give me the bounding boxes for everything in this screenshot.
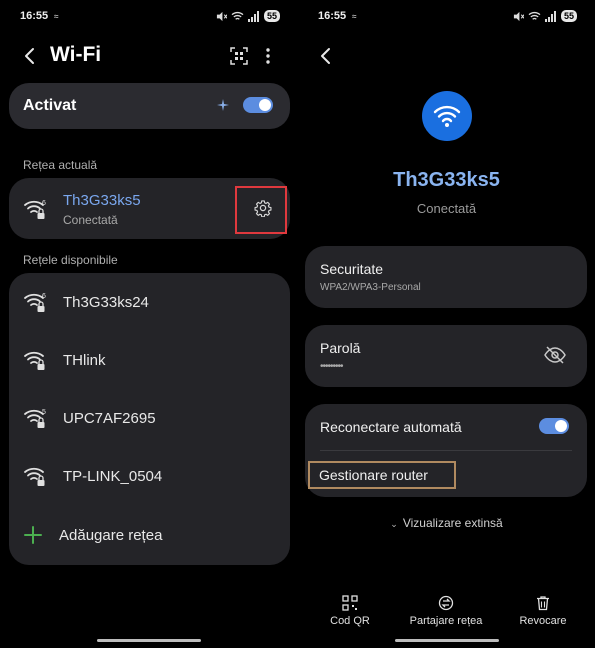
signal-icon — [544, 10, 556, 22]
reconnect-router-card: Reconectare automată Gestionare router — [305, 404, 587, 497]
mute-icon — [216, 11, 227, 21]
network-name: Th3G33ks24 — [63, 293, 149, 311]
security-label: Securitate — [320, 261, 384, 277]
network-details-screen: 16:55 ≈ 55 Th3G33ks5 Conectată Securitat… — [298, 0, 595, 648]
qr-code-button[interactable]: Cod QR — [305, 595, 395, 627]
expanded-view-label: Vizualizare extinsă — [402, 516, 503, 530]
current-network-name: Th3G33ks5 — [63, 192, 141, 209]
status-time: 16:55 — [20, 10, 49, 22]
gesture-bar[interactable] — [395, 639, 499, 642]
battery-indicator: 55 — [263, 10, 280, 22]
divider — [320, 450, 572, 451]
page-title: Wi-Fi — [50, 43, 102, 66]
status-bar: 16:55 ≈ 55 — [20, 8, 280, 24]
current-network-section-label: Rețea actuală — [23, 158, 98, 172]
password-row[interactable]: Parolă ••••••••• — [305, 325, 587, 387]
password-value: ••••••••• — [320, 361, 343, 372]
svg-text:6: 6 — [42, 200, 46, 207]
status-bar: 16:55 ≈ 55 — [318, 8, 577, 24]
eye-off-icon[interactable] — [544, 346, 566, 364]
more-options-icon[interactable] — [264, 47, 272, 65]
network-connection-status: Conectată — [416, 201, 477, 216]
available-networks-section-label: Rețele disponibile — [23, 253, 118, 267]
back-arrow-icon[interactable] — [316, 46, 336, 66]
auto-reconnect-toggle[interactable] — [539, 418, 569, 434]
trash-icon — [537, 596, 549, 611]
wifi-master-switch-card[interactable]: Activat — [9, 83, 290, 129]
add-network-label: Adăugare rețea — [59, 526, 163, 544]
add-network-button[interactable]: Adăugare rețea — [9, 506, 290, 564]
qr-code-icon — [342, 595, 358, 611]
wifi-connected-badge — [422, 91, 472, 141]
share-icon — [438, 595, 454, 611]
wifi-list-screen: 16:55 ≈ 55 Wi-Fi Activat Rețea actuală 6 — [0, 0, 298, 648]
manage-router-label: Gestionare router — [319, 467, 428, 483]
qr-code-label: Cod QR — [330, 615, 370, 627]
gesture-bar[interactable] — [97, 639, 201, 642]
wifi-locked-icon — [24, 467, 45, 486]
auto-reconnect-label: Reconectare automată — [320, 419, 462, 435]
gear-icon[interactable] — [254, 199, 272, 217]
mute-icon — [513, 11, 524, 21]
security-row[interactable]: Securitate WPA2/WPA3-Personal — [305, 246, 587, 308]
network-item[interactable]: 5 UPC7AF2695 — [9, 389, 290, 447]
forget-network-button[interactable]: Revocare — [498, 595, 588, 627]
current-network-status: Conectată — [63, 213, 118, 227]
network-name: THlink — [63, 351, 106, 369]
wifi-badge: 6 — [42, 293, 46, 300]
manage-router-button[interactable]: Gestionare router — [308, 461, 456, 489]
wifi-badge: 5 — [42, 409, 46, 416]
wifi-locked-icon: 5 — [24, 409, 46, 428]
battery-indicator: 55 — [560, 10, 577, 22]
wifi-status-icon — [231, 11, 244, 20]
signal-icon — [247, 10, 259, 22]
wifi-locked-icon: 6 — [24, 200, 46, 219]
wifi-icon — [433, 105, 461, 127]
wifi-locked-icon — [24, 351, 45, 370]
network-name: UPC7AF2695 — [63, 409, 156, 427]
wifi-master-label: Activat — [23, 97, 77, 114]
back-arrow-icon[interactable] — [20, 46, 40, 66]
available-networks-card: 6 Th3G33ks24 THlink 5 UPC7AF2695 TP-LINK… — [9, 273, 290, 565]
wifi-master-toggle[interactable] — [243, 97, 273, 113]
network-item[interactable]: 6 Th3G33ks24 — [9, 273, 290, 331]
network-item[interactable]: TP-LINK_0504 — [9, 447, 290, 505]
plus-icon — [24, 526, 42, 544]
forget-network-label: Revocare — [519, 615, 567, 627]
share-network-label: Partajare rețea — [409, 615, 483, 627]
wifi-locked-icon: 6 — [24, 293, 46, 312]
network-item[interactable]: THlink — [9, 331, 290, 389]
wifi-status-icon — [528, 11, 541, 20]
password-label: Parolă — [320, 340, 361, 356]
sparkle-icon[interactable] — [217, 99, 229, 111]
notification-icon: ≈ — [54, 11, 59, 21]
status-time: 16:55 — [318, 10, 347, 22]
network-name: TP-LINK_0504 — [63, 467, 163, 485]
network-title: Th3G33ks5 — [393, 169, 500, 191]
qr-scan-icon[interactable] — [230, 47, 248, 65]
expanded-view-link[interactable]: ⌄ Vizualizare extinsă — [298, 516, 595, 530]
share-network-button[interactable]: Partajare rețea — [401, 595, 491, 627]
notification-icon: ≈ — [352, 11, 357, 21]
security-value: WPA2/WPA3-Personal — [320, 282, 421, 293]
chevron-down-icon: ⌄ — [390, 519, 398, 529]
current-network-card[interactable]: 6 Th3G33ks5 Conectată — [9, 178, 290, 239]
